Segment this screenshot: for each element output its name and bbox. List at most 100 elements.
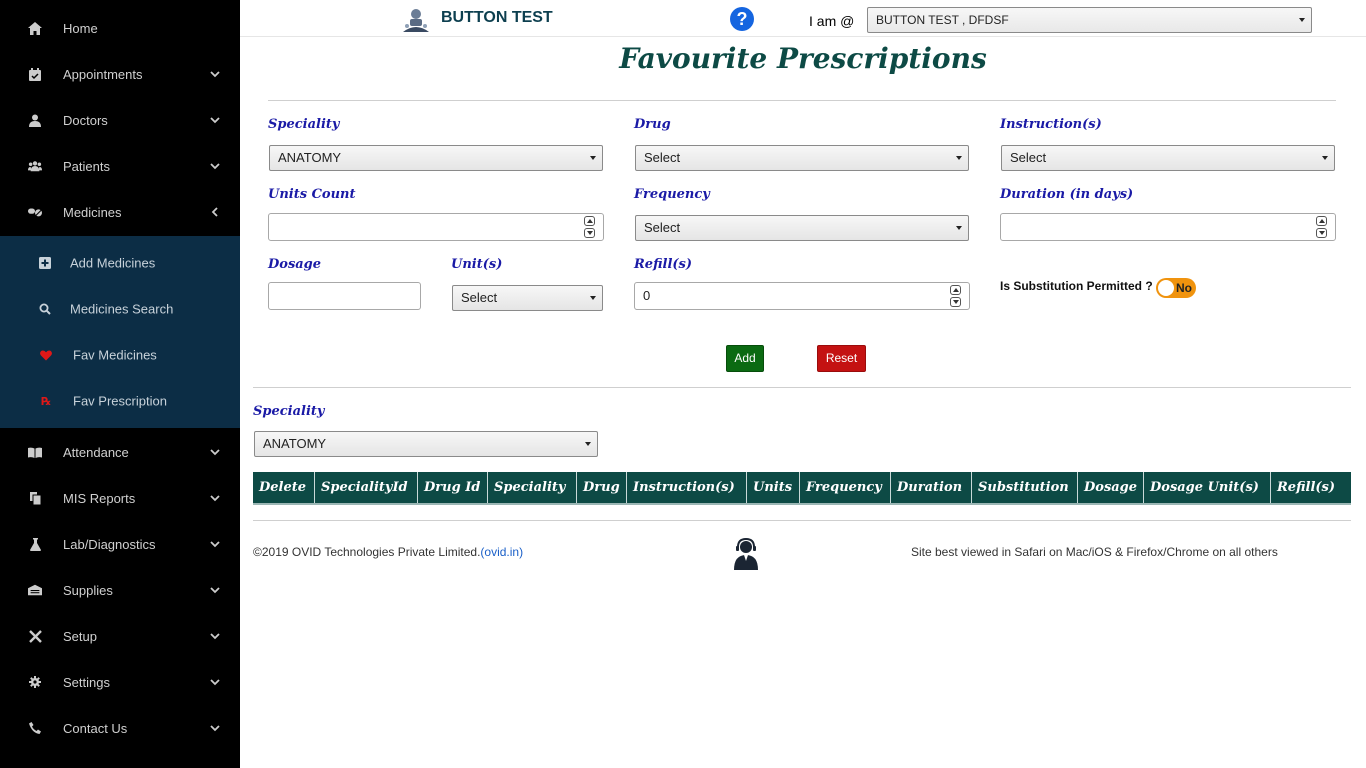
sidebar-item-contact-us[interactable]: Contact Us: [0, 705, 240, 751]
sidebar: Home Appointments Doctors Patients Medic…: [0, 0, 240, 768]
submenu-item-fav-medicines[interactable]: Fav Medicines: [0, 332, 240, 378]
sidebar-item-patients[interactable]: Patients: [0, 143, 240, 189]
app-logo-icon: [403, 9, 429, 32]
sidebar-item-mis-reports[interactable]: MIS Reports: [0, 475, 240, 521]
prescription-icon: ℞: [41, 395, 51, 408]
frequency-select[interactable]: Select: [635, 215, 969, 241]
chevron-down-icon: [210, 163, 220, 170]
gear-icon: [28, 675, 42, 689]
caret-down-icon: [590, 296, 596, 300]
iam-select[interactable]: BUTTON TEST , DFDSF: [867, 7, 1312, 33]
column-header[interactable]: Instruction(s): [627, 472, 747, 503]
refill-input[interactable]: 0: [634, 282, 970, 310]
number-spinner[interactable]: [950, 285, 961, 307]
doctor-icon: [28, 113, 42, 127]
sidebar-item-label: Doctors: [63, 112, 108, 128]
sidebar-item-label: Lab/Diagnostics: [63, 536, 156, 552]
sidebar-item-attendance[interactable]: Attendance: [0, 429, 240, 475]
number-spinner[interactable]: [1316, 216, 1327, 238]
column-header[interactable]: Duration: [891, 472, 972, 503]
spin-down-icon[interactable]: [950, 297, 961, 307]
column-header[interactable]: Frequency: [800, 472, 891, 503]
reset-button[interactable]: Reset: [817, 345, 866, 372]
sidebar-item-label: MIS Reports: [63, 490, 136, 506]
sidebar-item-label: Contact Us: [63, 720, 128, 736]
add-button[interactable]: Add: [726, 345, 764, 372]
sidebar-item-supplies[interactable]: Supplies: [0, 567, 240, 613]
drug-select-value: Select: [644, 150, 681, 165]
column-header[interactable]: Refill(s): [1271, 472, 1351, 503]
submenu-item-label: Medicines Search: [70, 301, 174, 317]
medicines-submenu: Add Medicines Medicines Search Fav Medic…: [0, 236, 240, 428]
column-header[interactable]: Units: [747, 472, 800, 503]
column-header[interactable]: Delete: [253, 472, 315, 503]
help-icon[interactable]: ?: [730, 7, 754, 31]
sidebar-item-setup[interactable]: Setup: [0, 613, 240, 659]
chevron-down-icon: [210, 541, 220, 548]
sidebar-item-appointments[interactable]: Appointments: [0, 51, 240, 97]
copyright: ©2019 OVID Technologies Private Limited.…: [253, 545, 523, 559]
iam-select-value: BUTTON TEST , DFDSF: [876, 13, 1009, 27]
warehouse-icon: [28, 583, 42, 597]
submenu-item-fav-prescription[interactable]: ℞ Fav Prescription: [0, 378, 240, 424]
pills-icon: [28, 205, 42, 219]
column-header[interactable]: Drug Id: [418, 472, 488, 503]
column-header[interactable]: Substitution: [972, 472, 1078, 503]
column-header[interactable]: Dosage Unit(s): [1144, 472, 1271, 503]
submenu-item-medicines-search[interactable]: Medicines Search: [0, 286, 240, 332]
sidebar-item-label: Appointments: [63, 66, 143, 82]
duration-input[interactable]: [1000, 213, 1336, 241]
sidebar-item-label: Settings: [63, 674, 110, 690]
sidebar-item-medicines[interactable]: Medicines: [0, 189, 240, 235]
speciality-select-value: ANATOMY: [278, 150, 342, 165]
filter-speciality-select[interactable]: ANATOMY: [254, 431, 598, 457]
chevron-down-icon: [210, 117, 220, 124]
copyright-text: ©2019 OVID Technologies Private Limited.: [253, 545, 481, 559]
app-title: BUTTON TEST: [441, 9, 553, 26]
caret-down-icon: [956, 156, 962, 160]
column-header[interactable]: Dosage: [1078, 472, 1144, 503]
sidebar-item-settings[interactable]: Settings: [0, 659, 240, 705]
spin-down-icon[interactable]: [1316, 228, 1327, 238]
spin-down-icon[interactable]: [584, 228, 595, 238]
submenu-item-add-medicines[interactable]: Add Medicines: [0, 240, 240, 286]
chevron-left-icon: [211, 207, 218, 217]
substitution-toggle[interactable]: No: [1156, 278, 1196, 298]
chevron-down-icon: [210, 633, 220, 640]
sidebar-item-lab-diagnostics[interactable]: Lab/Diagnostics: [0, 521, 240, 567]
support-agent-icon[interactable]: [733, 538, 759, 570]
plus-square-icon: [38, 256, 52, 270]
home-icon: [28, 21, 42, 35]
units-count-input[interactable]: [268, 213, 604, 241]
drug-select[interactable]: Select: [635, 145, 969, 171]
unit-label: Unit(s): [451, 257, 503, 272]
drug-label: Drug: [634, 117, 671, 132]
number-spinner[interactable]: [584, 216, 595, 238]
divider: [268, 100, 1336, 101]
submenu-item-label: Fav Medicines: [73, 347, 157, 363]
substitution-label: Is Substitution Permitted ?: [1000, 279, 1153, 293]
instruction-select[interactable]: Select: [1001, 145, 1335, 171]
caret-down-icon: [1322, 156, 1328, 160]
spin-up-icon[interactable]: [950, 285, 961, 295]
dosage-input[interactable]: [268, 282, 421, 310]
column-header[interactable]: SpecialityId: [315, 472, 418, 503]
caret-down-icon: [585, 442, 591, 446]
column-header[interactable]: Drug: [577, 472, 627, 503]
users-icon: [28, 159, 42, 173]
sidebar-item-doctors[interactable]: Doctors: [0, 97, 240, 143]
speciality-label: Speciality: [268, 117, 340, 132]
ovid-link[interactable]: (ovid.in): [480, 545, 523, 559]
sidebar-item-home[interactable]: Home: [0, 5, 240, 51]
copy-icon: [28, 491, 42, 505]
column-header[interactable]: Speciality: [488, 472, 577, 503]
refill-label: Refill(s): [634, 257, 693, 272]
unit-select[interactable]: Select: [452, 285, 603, 311]
sidebar-item-label: Setup: [63, 628, 97, 644]
speciality-select[interactable]: ANATOMY: [269, 145, 603, 171]
spin-up-icon[interactable]: [584, 216, 595, 226]
spin-up-icon[interactable]: [1316, 216, 1327, 226]
chevron-down-icon: [210, 495, 220, 502]
page-title: Favourite Prescriptions: [619, 42, 987, 75]
frequency-label: Frequency: [634, 187, 710, 202]
